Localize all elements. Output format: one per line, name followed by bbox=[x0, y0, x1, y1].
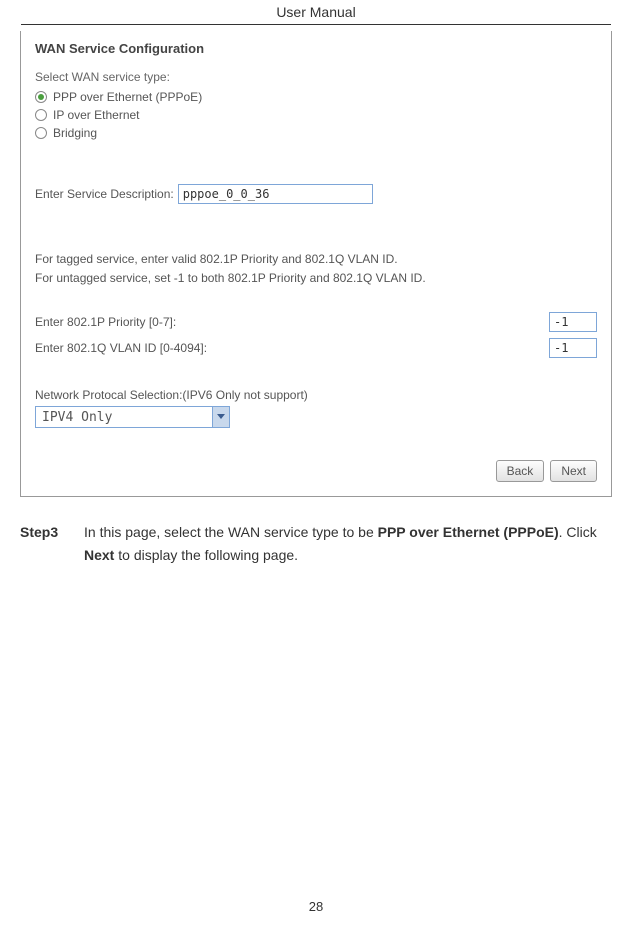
step-text: In this page, select the WAN service typ… bbox=[84, 521, 612, 566]
radio-icon bbox=[35, 109, 47, 121]
service-desc-row: Enter Service Description: bbox=[35, 184, 597, 204]
radio-bridging[interactable]: Bridging bbox=[35, 126, 597, 140]
config-title: WAN Service Configuration bbox=[35, 41, 597, 56]
vlan-input[interactable] bbox=[549, 338, 597, 358]
radio-ip-ethernet[interactable]: IP over Ethernet bbox=[35, 108, 597, 122]
step-label: Step3 bbox=[20, 521, 84, 566]
page-header: User Manual bbox=[21, 0, 611, 25]
service-desc-input[interactable] bbox=[178, 184, 373, 204]
next-button[interactable]: Next bbox=[550, 460, 597, 482]
tagged-info-2: For untagged service, set -1 to both 802… bbox=[35, 269, 597, 288]
page-number: 28 bbox=[0, 899, 632, 914]
select-type-label: Select WAN service type: bbox=[35, 70, 597, 84]
radio-pppoe[interactable]: PPP over Ethernet (PPPoE) bbox=[35, 90, 597, 104]
radio-label: IP over Ethernet bbox=[53, 108, 140, 122]
priority-label: Enter 802.1P Priority [0-7]: bbox=[35, 315, 176, 329]
step3-section: Step3 In this page, select the WAN servi… bbox=[20, 521, 612, 566]
protocol-label: Network Protocal Selection:(IPV6 Only no… bbox=[35, 388, 597, 402]
wan-config-screenshot: WAN Service Configuration Select WAN ser… bbox=[20, 31, 612, 497]
radio-label: Bridging bbox=[53, 126, 97, 140]
service-desc-label: Enter Service Description: bbox=[35, 187, 174, 201]
back-button[interactable]: Back bbox=[496, 460, 545, 482]
chevron-down-icon bbox=[212, 407, 229, 427]
protocol-value: IPV4 Only bbox=[42, 410, 112, 425]
protocol-select[interactable]: IPV4 Only bbox=[35, 406, 230, 428]
tagged-info-1: For tagged service, enter valid 802.1P P… bbox=[35, 250, 597, 269]
doc-title: User Manual bbox=[276, 4, 355, 20]
radio-label: PPP over Ethernet (PPPoE) bbox=[53, 90, 202, 104]
button-row: Back Next bbox=[35, 460, 597, 482]
vlan-row: Enter 802.1Q VLAN ID [0-4094]: bbox=[35, 338, 597, 358]
radio-icon bbox=[35, 91, 47, 103]
priority-row: Enter 802.1P Priority [0-7]: bbox=[35, 312, 597, 332]
vlan-label: Enter 802.1Q VLAN ID [0-4094]: bbox=[35, 341, 207, 355]
radio-icon bbox=[35, 127, 47, 139]
priority-input[interactable] bbox=[549, 312, 597, 332]
